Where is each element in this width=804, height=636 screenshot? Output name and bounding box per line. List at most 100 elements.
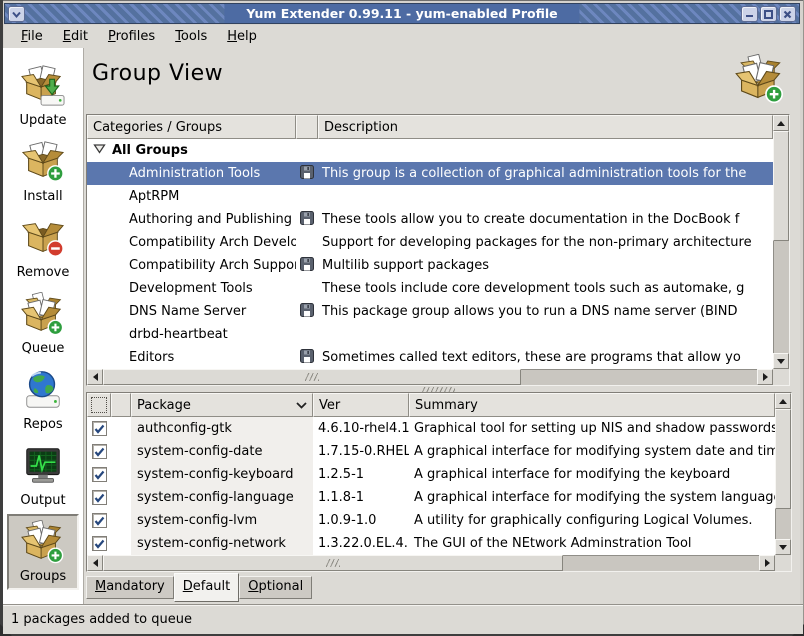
expander-open-icon[interactable] bbox=[93, 143, 106, 158]
menu-file[interactable]: File bbox=[12, 27, 52, 46]
column-header-summary[interactable]: Summary bbox=[409, 393, 775, 417]
arrow-up-icon bbox=[777, 121, 785, 126]
package-horizontal-scrollbar[interactable] bbox=[87, 555, 775, 571]
minimize-button[interactable] bbox=[741, 6, 758, 22]
package-checkbox-checked[interactable] bbox=[92, 536, 107, 551]
tree-vertical-scrollbar[interactable] bbox=[773, 115, 789, 369]
sidebar-item-label: Groups bbox=[20, 569, 66, 584]
window-menu-button[interactable] bbox=[8, 6, 25, 22]
column-header-categories-groups[interactable]: Categories / Groups bbox=[87, 115, 296, 139]
package-checkbox-checked[interactable] bbox=[92, 467, 107, 482]
scrollbar-corner bbox=[775, 555, 791, 571]
tree-row-compat-arch-support[interactable]: Compatibility Arch Support Multilib supp… bbox=[87, 254, 773, 277]
package-row[interactable]: system-config-keyboard 1.2.5-1 A graphic… bbox=[87, 463, 775, 486]
minimize-icon bbox=[745, 10, 754, 18]
tree-row-administration-tools[interactable]: Administration Tools This group is a col… bbox=[87, 162, 773, 185]
sidebar-item-label: Output bbox=[20, 493, 65, 508]
group-tree-pane: Categories / Groups Description All Grou… bbox=[86, 114, 790, 386]
package-vertical-scrollbar[interactable] bbox=[775, 393, 791, 555]
tree-row-editors[interactable]: Editors Sometimes called text editors, t… bbox=[87, 346, 773, 369]
arrow-down-icon bbox=[779, 545, 787, 550]
floppy-disk-icon bbox=[300, 211, 314, 229]
sidebar-item-output[interactable]: Output bbox=[7, 438, 79, 514]
arrow-right-icon bbox=[765, 559, 770, 567]
arrow-down-icon bbox=[777, 359, 785, 364]
scroll-down-button[interactable] bbox=[775, 539, 791, 555]
sidebar-item-queue[interactable]: Queue bbox=[7, 286, 79, 362]
column-header-icon[interactable] bbox=[296, 115, 318, 139]
window-title: Yum Extender 0.99.11 - yum-enabled Profi… bbox=[246, 6, 557, 21]
column-header-ver[interactable]: Ver bbox=[313, 393, 409, 417]
column-header-package[interactable]: Package bbox=[131, 393, 313, 417]
arrow-up-icon bbox=[779, 399, 787, 404]
maximize-button[interactable] bbox=[760, 6, 777, 22]
package-table-pane: Package Ver Summary authconfig-gtk 4.6.1… bbox=[86, 392, 792, 572]
package-row[interactable]: system-config-language 1.1.8-1 A graphic… bbox=[87, 486, 775, 509]
scroll-left-button[interactable] bbox=[87, 369, 103, 385]
package-row[interactable]: system-config-lvm 1.0.9-1.0 A utility fo… bbox=[87, 509, 775, 532]
scroll-up-button[interactable] bbox=[775, 393, 791, 409]
tree-horizontal-scrollbar[interactable] bbox=[87, 369, 773, 385]
sidebar-item-remove[interactable]: Remove bbox=[7, 210, 79, 286]
scrollbar-thumb[interactable] bbox=[773, 131, 789, 241]
scrollbar-thumb[interactable] bbox=[103, 555, 563, 571]
maximize-icon bbox=[764, 10, 773, 19]
tab-mandatory[interactable]: Mandatory bbox=[86, 576, 174, 599]
column-header-status[interactable] bbox=[111, 393, 131, 417]
scroll-right-button[interactable] bbox=[759, 555, 775, 571]
arrow-left-icon bbox=[93, 559, 98, 567]
package-checkbox-checked[interactable] bbox=[92, 421, 107, 436]
tree-row-aptrpm[interactable]: AptRPM bbox=[87, 185, 773, 208]
groups-boxes-icon bbox=[20, 520, 66, 568]
tab-default[interactable]: Default bbox=[174, 573, 240, 602]
tab-optional[interactable]: Optional bbox=[239, 576, 312, 599]
title-bar[interactable]: Yum Extender 0.99.11 - yum-enabled Profi… bbox=[4, 3, 800, 24]
tree-row-authoring-publishing[interactable]: Authoring and Publishing These tools all… bbox=[87, 208, 773, 231]
package-checkbox-checked[interactable] bbox=[92, 444, 107, 459]
menu-edit[interactable]: Edit bbox=[54, 27, 97, 46]
tree-row-drbd-heartbeat[interactable]: drbd-heartbeat bbox=[87, 323, 773, 346]
tree-row-all-groups[interactable]: All Groups bbox=[87, 139, 773, 162]
sidebar-item-label: Update bbox=[19, 113, 66, 128]
menu-tools[interactable]: Tools bbox=[166, 27, 216, 46]
group-queue-icon bbox=[734, 54, 786, 108]
package-checkbox-checked[interactable] bbox=[92, 490, 107, 505]
menu-bar: File Edit Profiles Tools Help bbox=[4, 25, 800, 48]
sidebar-item-label: Remove bbox=[17, 265, 70, 280]
window-border-top bbox=[0, 0, 804, 1]
sidebar-item-install[interactable]: Install bbox=[7, 134, 79, 210]
package-row[interactable]: system-config-network 1.3.22.0.EL.4.1-1 … bbox=[87, 532, 775, 555]
package-row[interactable]: authconfig-gtk 4.6.10-rhel4.1 Graphical … bbox=[87, 417, 775, 440]
install-box-icon bbox=[20, 140, 66, 188]
close-button[interactable] bbox=[779, 6, 796, 22]
scroll-right-button[interactable] bbox=[757, 369, 773, 385]
column-header-select[interactable] bbox=[87, 393, 111, 417]
scrollbar-thumb[interactable] bbox=[103, 369, 521, 385]
tree-row-compat-arch-dev-support[interactable]: Compatibility Arch Development Support S… bbox=[87, 231, 773, 254]
sidebar-item-label: Install bbox=[23, 189, 62, 204]
queue-boxes-icon bbox=[20, 292, 66, 340]
main-panel: Group View Categories / Groups Descripti… bbox=[84, 48, 800, 604]
group-tree: All Groups Administration Tools This gro… bbox=[87, 139, 773, 369]
menu-profiles[interactable]: Profiles bbox=[99, 27, 164, 46]
tree-row-development-tools[interactable]: Development Tools These tools include co… bbox=[87, 277, 773, 300]
scroll-up-button[interactable] bbox=[773, 115, 789, 131]
sidebar-item-groups[interactable]: Groups bbox=[7, 514, 79, 590]
scroll-down-button[interactable] bbox=[773, 353, 789, 369]
column-header-description[interactable]: Description bbox=[318, 115, 773, 139]
package-checkbox-checked[interactable] bbox=[92, 513, 107, 528]
remove-box-icon bbox=[20, 216, 66, 264]
status-bar: 1 packages added to queue bbox=[3, 604, 803, 634]
scrollbar-thumb[interactable] bbox=[775, 409, 791, 509]
sort-descending-icon bbox=[296, 398, 307, 413]
sidebar-item-label: Queue bbox=[22, 341, 65, 356]
scroll-left-button[interactable] bbox=[87, 555, 103, 571]
repos-globe-icon bbox=[20, 368, 66, 416]
package-type-tabs: Mandatory Default Optional bbox=[86, 573, 312, 603]
package-row[interactable]: system-config-date 1.7.15-0.RHEL4.1 A gr… bbox=[87, 440, 775, 463]
tree-row-dns-name-server[interactable]: DNS Name Server This package group allow… bbox=[87, 300, 773, 323]
floppy-disk-icon bbox=[300, 165, 314, 183]
sidebar-item-repos[interactable]: Repos bbox=[7, 362, 79, 438]
sidebar-item-update[interactable]: Update bbox=[7, 58, 79, 134]
menu-help[interactable]: Help bbox=[218, 27, 266, 46]
